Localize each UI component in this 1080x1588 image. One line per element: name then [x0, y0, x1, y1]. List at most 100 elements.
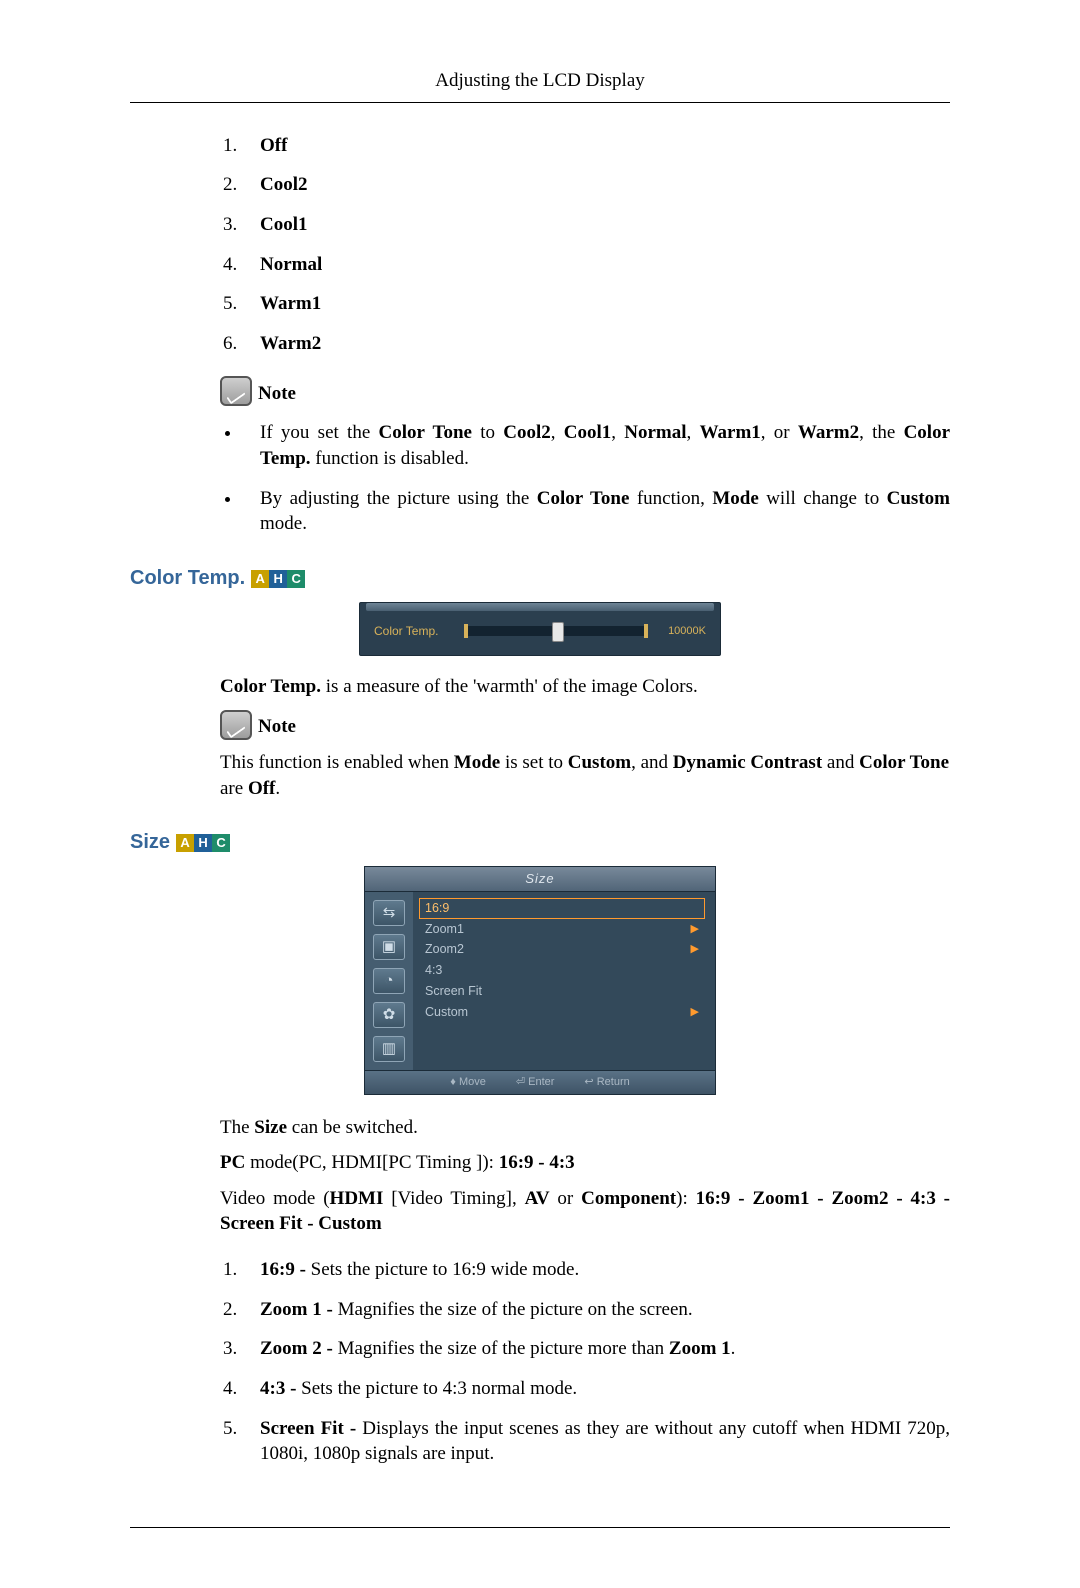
setup-icon[interactable]: ✿: [373, 1002, 405, 1028]
text: ):: [676, 1188, 695, 1209]
text: Color Tone: [537, 488, 630, 509]
text: ,: [551, 422, 564, 443]
section-title-text: Size: [130, 829, 170, 856]
osd-item-4-3[interactable]: 4:3: [419, 960, 705, 981]
color-tone-option-list: Off Cool2 Cool1 Normal Warm1 Warm2: [220, 133, 950, 357]
text: Warm1: [700, 422, 761, 443]
text: will change to: [759, 488, 887, 509]
text: or: [550, 1188, 582, 1209]
option-cool2: Cool2: [260, 174, 308, 195]
badge-c-icon: C: [287, 570, 305, 588]
text: Zoom 1: [669, 1338, 731, 1359]
picture-icon[interactable]: ▣: [373, 934, 405, 960]
option-warm2: Warm2: [260, 333, 321, 354]
text: Component: [581, 1188, 676, 1209]
text: AV: [525, 1188, 550, 1209]
text: Displays the input scenes as they are wi…: [260, 1418, 950, 1465]
text: can be switched.: [287, 1117, 418, 1138]
slider-thumb[interactable]: [552, 622, 564, 642]
note-heading: Note: [220, 710, 950, 740]
option-normal: Normal: [260, 254, 322, 275]
size-body-block: The Size can be switched. PC mode(PC, HD…: [220, 1115, 950, 1467]
text: , and: [631, 752, 673, 773]
text: function is disabled.: [311, 448, 469, 469]
text: Sets the picture to 16:9 wide mode.: [306, 1259, 579, 1280]
section-size: Size A H C: [130, 829, 950, 856]
text: mode.: [260, 513, 307, 534]
text: mode(PC, HDMI[PC Timing ]):: [245, 1152, 498, 1173]
text: , the: [859, 422, 903, 443]
text: .: [275, 778, 280, 799]
osd-list: 16:9 Zoom1▶ Zoom2 ▶ 4:3 Screen Fit Custom…: [413, 892, 715, 1070]
footer-move: ♦ Move: [450, 1075, 486, 1090]
text: function,: [629, 488, 712, 509]
text: Cool1: [564, 422, 612, 443]
size-pc-line: PC mode(PC, HDMI[PC Timing ]): 16:9 - 4:…: [220, 1150, 950, 1176]
color-temp-row: Color Temp. 10000K: [360, 617, 720, 647]
text: Custom: [568, 752, 631, 773]
osd-item-zoom1[interactable]: Zoom1▶: [419, 919, 705, 940]
text: Zoom 1 -: [260, 1299, 333, 1320]
option-off: Off: [260, 135, 287, 156]
color-temp-label: Color Temp.: [374, 623, 454, 639]
osd-title: Size: [365, 867, 715, 892]
document-page: Adjusting the LCD Display Off Cool2 Cool…: [0, 0, 1080, 1588]
text: Magnifies the size of the picture more t…: [333, 1338, 669, 1359]
osd-item-label: 16:9: [425, 900, 449, 917]
text: By adjusting the picture using the: [260, 488, 537, 509]
text: Mode: [712, 488, 758, 509]
color-temp-value: 10000K: [658, 624, 706, 639]
color-temp-slider[interactable]: [464, 626, 648, 636]
osd-item-screen-fit[interactable]: Screen Fit: [419, 981, 705, 1002]
text: Color Tone: [859, 752, 949, 773]
osd-item-label: 4:3: [425, 962, 442, 979]
text: Color Temp.: [220, 676, 321, 697]
osd-item-label: Zoom2: [425, 941, 464, 958]
text: Cool2: [503, 422, 551, 443]
text: PC: [220, 1152, 245, 1173]
text: This function is enabled when: [220, 752, 454, 773]
chevron-right-icon: ▶: [691, 1005, 699, 1020]
section-color-temp: Color Temp. A H C: [130, 565, 950, 592]
osd-item-label: Screen Fit: [425, 983, 482, 1000]
text: Sets the picture to 4:3 normal mode.: [296, 1378, 577, 1399]
color-tone-options-block: Off Cool2 Cool1 Normal Warm1 Warm2 Note …: [220, 133, 950, 537]
text: to: [472, 422, 503, 443]
badge-h-icon: H: [194, 834, 212, 852]
sound-icon[interactable]: ◔: [373, 968, 405, 994]
osd-sidebar: ⇆ ▣ ◔ ✿ ▥: [365, 892, 413, 1070]
color-temp-note-body: This function is enabled when Mode is se…: [220, 750, 950, 801]
osd-item-zoom2[interactable]: Zoom2 ▶: [419, 939, 705, 960]
input-icon[interactable]: ⇆: [373, 900, 405, 926]
size-video-line: Video mode (HDMI [Video Timing], AV or C…: [220, 1186, 950, 1237]
text: is set to: [500, 752, 568, 773]
note-heading: Note: [220, 376, 950, 406]
osd-item-label: Custom: [425, 1004, 468, 1021]
running-head: Adjusting the LCD Display: [130, 68, 950, 102]
osd-body: ⇆ ▣ ◔ ✿ ▥ 16:9 Zoom1▶ Zoom2 ▶ 4:3 Screen …: [365, 892, 715, 1070]
text: Zoom 2 -: [260, 1338, 333, 1359]
color-temp-desc-block: Color Temp. is a measure of the 'warmth'…: [220, 674, 950, 801]
osd-item-custom[interactable]: Custom ▶: [419, 1002, 705, 1023]
badge-a-icon: A: [251, 570, 269, 588]
note-label: Note: [258, 714, 296, 740]
option-cool1: Cool1: [260, 214, 308, 235]
osd-footer: ♦ Move ⏎ Enter ↩ Return: [365, 1070, 715, 1094]
text: Normal: [624, 422, 686, 443]
chevron-right-icon: ▶: [691, 942, 699, 957]
osd-item-16-9[interactable]: 16:9: [419, 898, 705, 919]
badge-c-icon: C: [212, 834, 230, 852]
list-item: Off: [242, 133, 950, 159]
multi-icon[interactable]: ▥: [373, 1036, 405, 1062]
color-tone-notes: If you set the Color Tone to Cool2, Cool…: [220, 420, 950, 537]
note-label: Note: [258, 381, 296, 407]
text: 16:9 -: [260, 1259, 306, 1280]
text: Video mode (: [220, 1188, 330, 1209]
list-item: Cool2: [242, 172, 950, 198]
list-item: 16:9 - Sets the picture to 16:9 wide mod…: [242, 1257, 950, 1283]
panel-top-bar: [366, 603, 714, 611]
color-temp-panel: Color Temp. 10000K: [359, 602, 721, 656]
slider-tick-left: [464, 624, 468, 638]
text: , or: [761, 422, 798, 443]
top-rule: [130, 102, 950, 103]
